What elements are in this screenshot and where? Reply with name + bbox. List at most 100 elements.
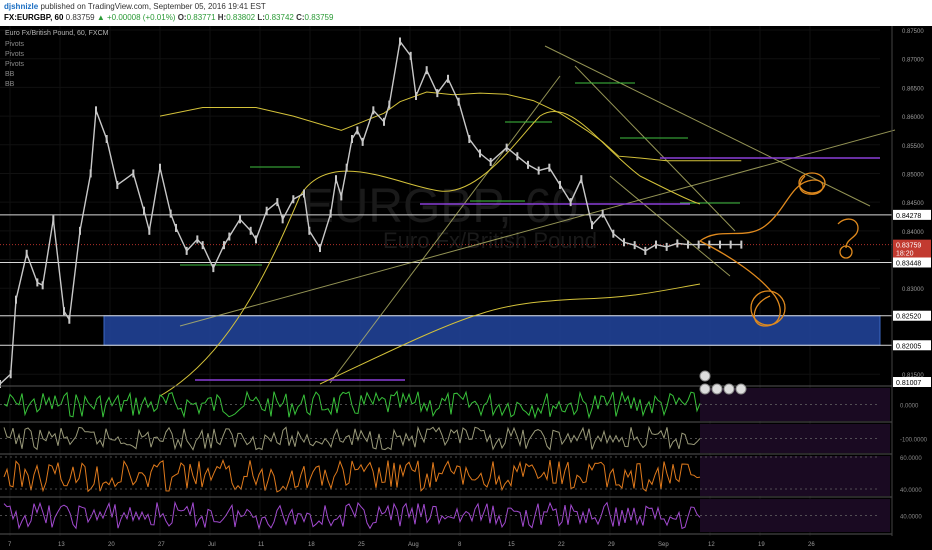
price-candle (447, 74, 449, 83)
author-link[interactable]: djshnizle (4, 2, 38, 11)
price-candle (436, 89, 439, 98)
price-candle (15, 295, 17, 304)
price-candle (255, 235, 257, 244)
publish-header: djshnizle published on TradingView.com, … (0, 0, 932, 26)
price-candle (169, 209, 172, 218)
price-candle (361, 137, 364, 146)
publish-text: published on TradingView.com, September … (40, 2, 266, 11)
open-label: O: (177, 13, 187, 22)
publish-line: djshnizle published on TradingView.com, … (4, 2, 266, 11)
chart-area[interactable]: EURGBP, 60 Euro Fx/British Pound 0.0000-… (0, 26, 932, 550)
legend-item-bb-1[interactable]: BB (5, 71, 14, 78)
low-value: 0.83742 (264, 13, 294, 22)
watermark-sub: Euro Fx/British Pound (383, 228, 597, 253)
price-candle (196, 235, 199, 244)
change-value: ▲ +0.00008 (+0.01%) (96, 13, 176, 22)
support-zone-rect (103, 315, 881, 346)
time-tick-label: 27 (158, 542, 165, 548)
oscillator-tick-label: -100.0000 (900, 438, 928, 444)
price-candle (249, 226, 252, 235)
legend-item-pivots-1[interactable]: Pivots (5, 41, 24, 48)
quote-line: FX:EURGBP, 60 0.83759 ▲ +0.00008 (+0.01%… (4, 13, 333, 22)
legend-item-pivots-3[interactable]: Pivots (5, 61, 24, 68)
price-candle (143, 206, 145, 215)
price-candle (591, 221, 593, 230)
price-candle (457, 97, 460, 106)
oscillator-tick-label: 40.0000 (900, 515, 922, 521)
price-candle (665, 242, 668, 251)
event-badge (711, 383, 723, 395)
high-value: 0.83802 (226, 13, 256, 22)
price-tick-label: 0.85000 (902, 172, 924, 178)
high-label: H: (217, 13, 227, 22)
time-tick-label: 15 (508, 542, 515, 548)
price-candle (340, 192, 343, 201)
time-tick-label: 25 (358, 542, 365, 548)
hand-drawn-projection (699, 172, 859, 327)
oscillator-tick-label: 40.0000 (900, 488, 922, 494)
price-candle (79, 226, 81, 235)
price-candle (580, 175, 583, 184)
time-tick-label: 20 (108, 542, 115, 548)
price-candle (479, 149, 481, 158)
price-candle (9, 370, 12, 379)
downtrend-line-2 (574, 65, 736, 232)
price-candle (345, 163, 348, 172)
legend-item-pivots-2[interactable]: Pivots (5, 51, 24, 58)
event-badge (699, 383, 711, 395)
price-axis: 0.87500 0.87000 0.86500 0.86000 0.85500 0.850… (891, 26, 924, 550)
price-label-text: 0.83448 (896, 260, 921, 267)
price-candle (388, 100, 391, 109)
price-candle (308, 226, 311, 235)
oscillator-projection-band (700, 456, 890, 496)
time-tick-label: 12 (708, 542, 715, 548)
price-candle (399, 37, 401, 46)
price-candle (25, 249, 28, 258)
price-candle (228, 232, 231, 241)
low-label: L: (257, 13, 265, 22)
event-badge (699, 370, 711, 382)
price-candle (0, 380, 1, 388)
price-candle (116, 180, 119, 189)
price-candle (655, 240, 657, 249)
price-candle (159, 163, 161, 172)
price-candle (185, 246, 188, 255)
price-label-text: 0.82520 (896, 314, 921, 321)
chart-canvas[interactable]: EURGBP, 60 Euro Fx/British Pound 0.0000-… (0, 26, 932, 550)
bb-mid-line (159, 110, 701, 397)
last-price: 0.83759 (65, 13, 95, 22)
price-candle (132, 169, 135, 178)
price-candle (633, 241, 636, 250)
price-candle (708, 240, 711, 249)
price-candle (559, 180, 561, 189)
close-value: 0.83759 (304, 13, 334, 22)
open-value: 0.83771 (186, 13, 216, 22)
close-label: C: (296, 13, 305, 22)
legend-item-bb-2[interactable]: BB (5, 81, 14, 88)
price-candle (292, 195, 295, 204)
price-candle (329, 209, 332, 218)
price-candle (63, 307, 65, 316)
event-badge (735, 383, 747, 395)
time-axis-bg (0, 536, 932, 550)
price-candle (175, 223, 177, 232)
price-candle (729, 240, 732, 249)
price-candle (569, 198, 572, 207)
symbol-label: FX:EURGBP, 60 (4, 13, 64, 22)
price-candle (601, 209, 604, 218)
time-tick-label: Aug (408, 542, 419, 548)
question-mark (837, 218, 859, 249)
price-tick-label: 0.87500 (902, 29, 924, 35)
price-tick-label: 0.86500 (902, 86, 924, 92)
time-tick-label: 22 (558, 542, 565, 548)
price-candle (719, 240, 721, 249)
event-badge (723, 383, 735, 395)
oscillator-tick-label: 60.0000 (900, 456, 922, 462)
price-candle (223, 241, 225, 250)
price-tick-label: 0.86000 (902, 115, 924, 121)
price-candle (212, 264, 215, 273)
price-candle (148, 226, 151, 235)
price-tick-label: 0.84500 (902, 201, 924, 207)
bb-upper-line (159, 91, 742, 162)
price-candle (623, 238, 625, 247)
